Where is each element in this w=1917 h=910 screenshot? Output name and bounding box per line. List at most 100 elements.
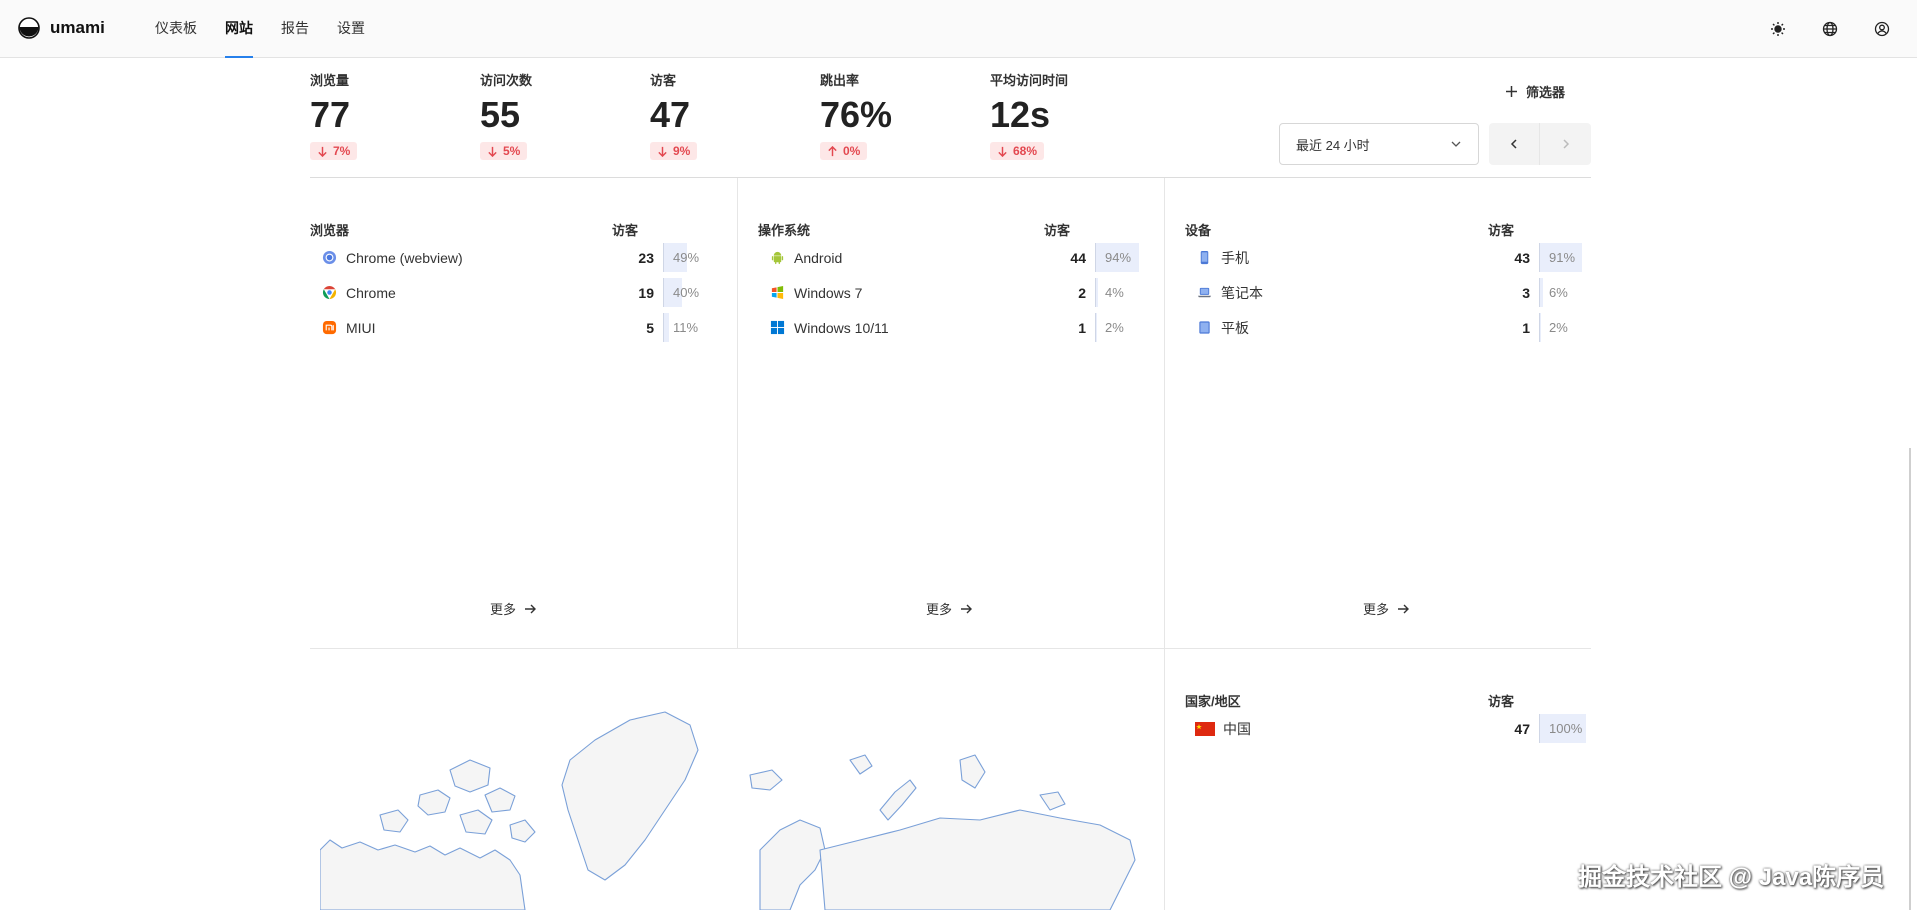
nav-dashboard[interactable]: 仪表板 [141, 0, 211, 58]
list-item[interactable]: Android 44 94% [758, 240, 1142, 275]
metric-value: 77 [310, 94, 351, 135]
map-region-arctic-island [959, 754, 986, 789]
panel-title: 设备 [1185, 223, 1212, 238]
list-item-label: Chrome [346, 284, 396, 301]
os-more-link[interactable]: 更多 [926, 599, 973, 618]
windows7-icon [768, 284, 786, 302]
list-item-percent: 4% [1095, 278, 1142, 307]
date-range-select[interactable]: 最近 24 小时 [1279, 123, 1479, 165]
percent-text: 2% [1549, 320, 1568, 335]
list-item-percent: 100% [1539, 714, 1586, 743]
list-item[interactable]: 手机 43 91% [1185, 240, 1586, 275]
metric-change: 9% [650, 142, 698, 160]
list-item-label: 中国 [1223, 720, 1251, 737]
chevron-left-icon [1510, 139, 1517, 149]
list-item-label: Android [794, 249, 843, 266]
metric-change-value: 9% [673, 144, 691, 158]
list-item-percent: 94% [1095, 243, 1142, 272]
list-item[interactable]: Chrome 19 40% [310, 275, 710, 310]
panel-header: 操作系统 访客 [758, 220, 1142, 240]
metric-change-value: 7% [333, 144, 351, 158]
country-list: 中国 47 100% [1185, 711, 1586, 746]
page-scrollbar[interactable] [1909, 448, 1911, 910]
metric-visitors[interactable]: 访客 47 9% [650, 70, 820, 162]
nav-reports[interactable]: 报告 [267, 0, 323, 58]
devices-more-link[interactable]: 更多 [1363, 599, 1410, 618]
app-name: umami [50, 18, 105, 37]
list-item-count: 23 [638, 249, 654, 266]
chevron-right-icon [1562, 139, 1569, 149]
phone-icon [1195, 249, 1213, 267]
divider [737, 178, 738, 648]
globe-icon[interactable] [1819, 18, 1841, 40]
browsers-panel: 浏览器 访客 Chrome (webview) 23 49% Chrome 19… [310, 220, 710, 345]
list-item[interactable]: 中国 47 100% [1185, 711, 1586, 746]
user-icon[interactable] [1871, 18, 1893, 40]
metrics-bar: 浏览量 77 7% 访问次数 55 5% 访客 47 9% 跳出率 76% 0%… [310, 70, 1160, 162]
sun-icon[interactable] [1767, 18, 1789, 40]
metric-label: 跳出率 [820, 73, 860, 88]
chrome-icon [320, 284, 338, 302]
map-region-canada [320, 839, 526, 910]
list-item-count: 2 [1078, 284, 1086, 301]
list-item-label: Windows 10/11 [794, 319, 889, 336]
metric-value: 47 [650, 94, 691, 135]
metric-value: 55 [480, 94, 521, 135]
miui-icon [320, 319, 338, 337]
percent-text: 94% [1105, 250, 1132, 265]
list-item-count: 43 [1514, 249, 1530, 266]
list-item[interactable]: Windows 7 2 4% [758, 275, 1142, 310]
metric-pageviews[interactable]: 浏览量 77 7% [310, 70, 480, 162]
prev-period-button[interactable] [1489, 123, 1540, 165]
filter-button[interactable]: 筛选器 [1505, 82, 1565, 101]
umami-logo-icon [18, 17, 40, 39]
world-map[interactable] [320, 700, 1140, 910]
date-nav [1489, 123, 1591, 165]
arrow-up-icon [828, 145, 837, 156]
nav-settings[interactable]: 设置 [323, 0, 379, 58]
list-item[interactable]: MIUI 5 11% [310, 310, 710, 345]
column-header: 访客 [1488, 223, 1515, 238]
filter-label: 筛选器 [1526, 85, 1566, 100]
countries-panel: 国家/地区 访客 中国 47 100% [1185, 691, 1586, 746]
list-item[interactable]: Chrome (webview) 23 49% [310, 240, 710, 275]
percent-text: 2% [1105, 320, 1124, 335]
more-label: 更多 [490, 602, 517, 617]
metric-visits[interactable]: 访问次数 55 5% [480, 70, 650, 162]
column-header: 访客 [612, 223, 639, 238]
list-item-count: 5 [646, 319, 654, 336]
list-item-count: 47 [1514, 720, 1530, 737]
metric-bounce-rate[interactable]: 跳出率 76% 0% [820, 70, 990, 162]
map-region-arctic-island [509, 819, 536, 843]
map-region-arctic-island [417, 789, 451, 816]
top-header: umami 仪表板 网站 报告 设置 [0, 0, 1917, 58]
column-header: 访客 [1488, 694, 1515, 709]
metric-value: 76% [820, 94, 893, 135]
percent-bar [664, 313, 670, 342]
percent-text: 49% [673, 250, 700, 265]
map-region-iceland [749, 769, 783, 791]
android-icon [768, 249, 786, 267]
main-nav: 仪表板 网站 报告 设置 [141, 0, 379, 58]
list-item-count: 19 [638, 284, 654, 301]
logo[interactable]: umami [18, 17, 105, 39]
chevron-down-icon [1451, 141, 1461, 147]
nav-websites[interactable]: 网站 [211, 0, 267, 58]
browsers-more-link[interactable]: 更多 [490, 599, 537, 618]
list-item[interactable]: 笔记本 3 6% [1185, 275, 1586, 310]
metric-avg-visit-time[interactable]: 平均访问时间 12s 68% [990, 70, 1160, 162]
list-item[interactable]: Windows 10/11 1 2% [758, 310, 1142, 345]
percent-bar [1540, 313, 1541, 342]
list-item-percent: 49% [663, 243, 710, 272]
list-item-count: 44 [1070, 249, 1086, 266]
list-item-label: 手机 [1221, 249, 1249, 266]
browser-list: Chrome (webview) 23 49% Chrome 19 40% MI… [310, 240, 710, 345]
plus-icon [1506, 86, 1517, 97]
arrow-right-icon [1398, 604, 1410, 613]
list-item-label: Windows 7 [794, 284, 863, 301]
next-period-button[interactable] [1540, 123, 1591, 165]
metric-value: 12s [990, 94, 1051, 135]
list-item[interactable]: 平板 1 2% [1185, 310, 1586, 345]
map-region-arctic-island [484, 787, 516, 813]
metric-change-value: 5% [503, 144, 521, 158]
